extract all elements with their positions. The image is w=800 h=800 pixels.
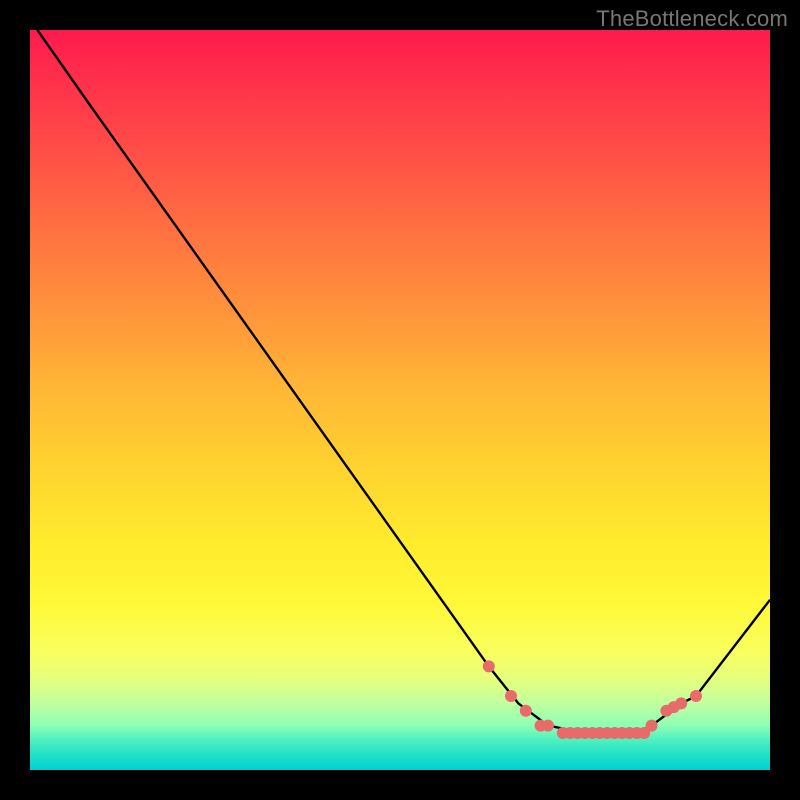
marker-dot (690, 690, 702, 702)
watermark: TheBottleneck.com (596, 6, 788, 32)
marker-dots (483, 660, 702, 739)
marker-dot (520, 705, 532, 717)
bottleneck-curve (37, 30, 770, 733)
marker-dot (483, 660, 495, 672)
chart-frame: TheBottleneck.com (0, 0, 800, 800)
marker-dot (542, 720, 554, 732)
marker-dot (505, 690, 517, 702)
chart-svg (30, 30, 770, 770)
marker-dot (646, 720, 658, 732)
marker-dot (675, 697, 687, 709)
plot-area (30, 30, 770, 770)
